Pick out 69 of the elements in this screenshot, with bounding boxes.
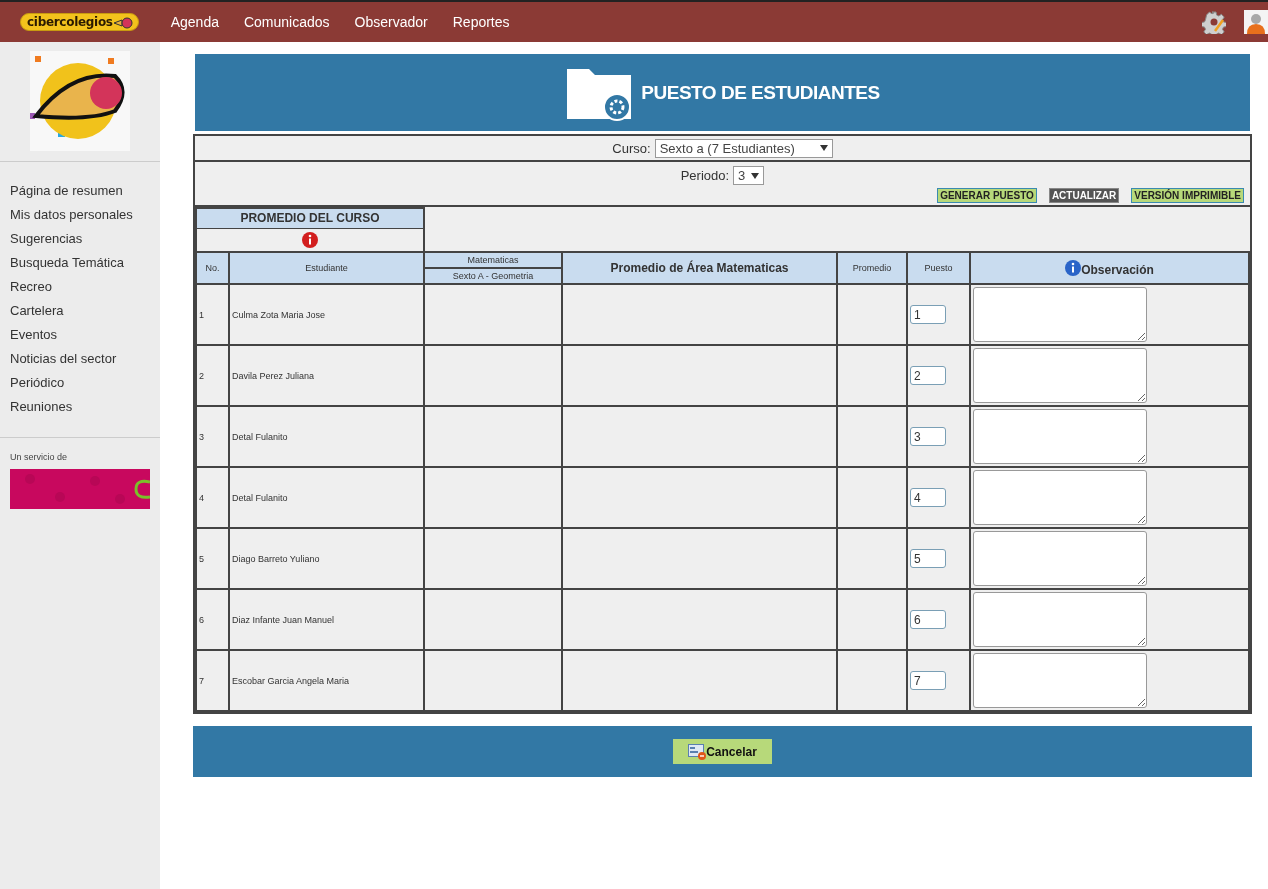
table-cell: Culma Zota Maria Jose xyxy=(229,284,424,345)
column-header: Sexto A - Geometria xyxy=(451,270,535,283)
column-header: Promedio xyxy=(837,252,907,284)
sidebar-item[interactable]: Periódico xyxy=(0,371,160,395)
observation-field[interactable] xyxy=(973,592,1147,647)
nav-link[interactable]: Agenda xyxy=(170,14,219,30)
table-cell: 6 xyxy=(196,589,229,650)
rank-input[interactable]: 6 xyxy=(910,610,946,630)
user-avatar-icon[interactable] xyxy=(1244,10,1268,34)
observation-field[interactable] xyxy=(973,653,1147,708)
curso-select[interactable]: Sexto a (7 Estudiantes) xyxy=(654,138,833,158)
table-cell: Davila Perez Juliana xyxy=(229,345,424,406)
page-title: PUESTO DE ESTUDIANTES xyxy=(641,81,880,104)
table-cell: Detal Fulanito xyxy=(229,406,424,467)
periodo-select[interactable]: 3 xyxy=(733,166,765,185)
sidebar-item[interactable]: Noticias del sector xyxy=(0,347,160,371)
sidebar-item[interactable]: Reuniones xyxy=(0,395,160,419)
rank-input[interactable]: 3 xyxy=(910,427,946,447)
column-header: Puesto xyxy=(907,252,970,284)
rank-input[interactable]: 5 xyxy=(910,549,946,569)
observation-field[interactable] xyxy=(973,409,1147,464)
nav-link[interactable]: Observador xyxy=(354,14,428,30)
sidebar-item[interactable]: Recreo xyxy=(0,275,160,299)
course-average-header: PROMEDIO DEL CURSO xyxy=(197,209,423,229)
observation-field[interactable] xyxy=(973,531,1147,586)
nav-link[interactable]: Comunicados xyxy=(243,14,330,30)
rank-input[interactable]: 7 xyxy=(910,671,946,691)
dropdown-caret-icon xyxy=(819,145,828,151)
rank-input[interactable]: 2 xyxy=(910,366,946,386)
rank-input[interactable]: 4 xyxy=(910,488,946,508)
periodo-label: Periodo: xyxy=(680,168,730,183)
cancel-button[interactable]: Cancelar xyxy=(673,739,772,764)
curso-label: Curso: xyxy=(612,140,651,156)
table-cell: 4 xyxy=(196,467,229,528)
observation-field[interactable] xyxy=(973,287,1147,342)
rank-input[interactable]: 1 xyxy=(910,305,946,325)
column-header: No. xyxy=(196,252,229,284)
column-header: Observación xyxy=(1081,262,1154,277)
table-cell: 1 xyxy=(196,284,229,345)
table-cell: 5 xyxy=(196,528,229,589)
table-cell: Escobar Garcia Angela Maria xyxy=(229,650,424,711)
observation-field[interactable] xyxy=(973,470,1147,525)
form-cancel-icon xyxy=(688,743,707,760)
action-button[interactable]: ACTUALIZAR xyxy=(1048,188,1120,203)
nav-link[interactable]: Reportes xyxy=(452,14,510,30)
table-cell: 2 xyxy=(196,345,229,406)
column-header: Matematicas xyxy=(425,253,561,269)
table-cell: Detal Fulanito xyxy=(229,467,424,528)
brand-logo[interactable]: cibercolegios xyxy=(20,13,139,31)
sidebar-item[interactable]: Página de resumen xyxy=(0,179,160,203)
observation-field[interactable] xyxy=(973,348,1147,403)
info-icon[interactable] xyxy=(1065,259,1082,276)
sidebar-item[interactable]: Eventos xyxy=(0,323,160,347)
table-cell: Diago Barreto Yuliano xyxy=(229,528,424,589)
sidebar-item[interactable]: Busqueda Temática xyxy=(0,251,160,275)
column-header: Estudiante xyxy=(229,252,424,284)
dropdown-caret-icon xyxy=(751,172,760,179)
service-label: Un servicio de xyxy=(10,452,69,462)
sidebar-item[interactable]: Sugerencias xyxy=(0,227,160,251)
info-icon[interactable] xyxy=(302,232,318,248)
table-cell: 3 xyxy=(196,406,229,467)
sidebar-item[interactable]: Mis datos personales xyxy=(0,203,160,227)
table-cell: Diaz Infante Juan Manuel xyxy=(229,589,424,650)
column-header: Promedio de Área Matematicas xyxy=(562,252,837,284)
action-button[interactable]: GENERAR PUESTO xyxy=(937,188,1037,203)
action-button[interactable]: VERSIÓN IMPRIMIBLE xyxy=(1131,188,1244,203)
settings-icon[interactable] xyxy=(1202,10,1226,34)
sidebar-item[interactable]: Cartelera xyxy=(0,299,160,323)
table-cell: 7 xyxy=(196,650,229,711)
